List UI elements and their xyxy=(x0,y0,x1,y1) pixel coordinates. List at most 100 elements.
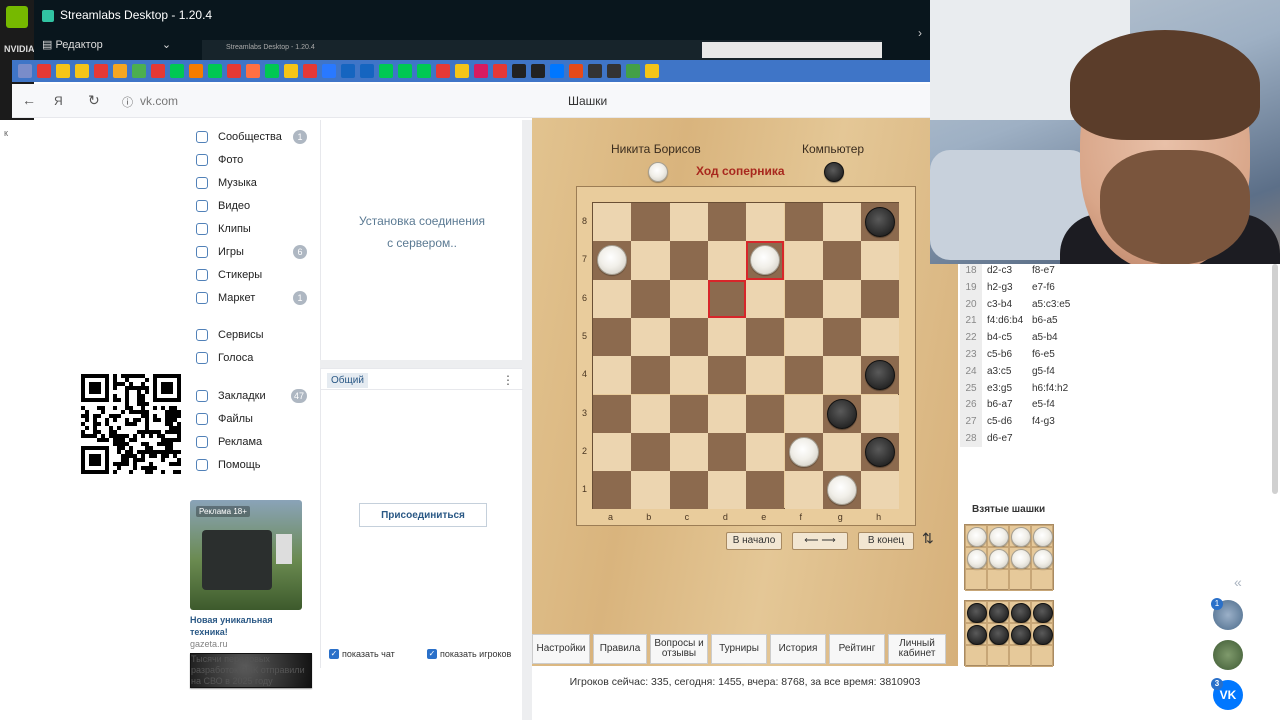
editor-dropdown[interactable]: ▤ Редактор ⌄ xyxy=(42,38,171,51)
game-tab[interactable]: Рейтинг xyxy=(829,634,885,664)
game-tab[interactable]: Личный кабинет xyxy=(888,634,946,664)
board-square-e4[interactable] xyxy=(746,356,785,395)
move-row[interactable]: 23 c5-b6 f6-e5 xyxy=(960,346,1084,363)
board-square-f6[interactable] xyxy=(784,279,823,318)
step-arrows-button[interactable]: ⟵ ⟶ xyxy=(792,532,848,550)
move-row[interactable]: 25 e3:g5 h6:f4:h2 xyxy=(960,379,1084,397)
move-row[interactable]: 28 d6-e7 xyxy=(960,430,1084,447)
back-icon[interactable]: ← xyxy=(22,92,36,108)
move-row[interactable]: 20 c3-b4 a5:c3:e5 xyxy=(960,295,1084,313)
sidebar-item[interactable]: Видео xyxy=(190,196,315,216)
game-tab[interactable]: Настройки xyxy=(532,634,590,664)
board-square-h5[interactable] xyxy=(861,317,900,357)
sidebar-item[interactable]: Закладки 47 xyxy=(190,386,315,406)
black-checker[interactable] xyxy=(865,207,896,238)
scrollbar[interactable] xyxy=(1272,264,1278,494)
board-square-h8[interactable] xyxy=(861,203,900,242)
site-info-icon[interactable]: ⓘ xyxy=(122,94,133,110)
sidebar-item[interactable]: Сообщества 1 xyxy=(190,127,315,147)
bookmark-icon[interactable] xyxy=(588,64,602,78)
game-tab[interactable]: История xyxy=(770,634,826,664)
bookmark-icon[interactable] xyxy=(436,64,450,78)
show-players-checkbox[interactable]: ✓ показать игроков xyxy=(427,649,511,659)
move-row[interactable]: 24 a3:c5 g5-f4 xyxy=(960,362,1084,380)
board-square-e5[interactable] xyxy=(746,317,785,357)
chevron-right-icon[interactable]: › xyxy=(918,26,922,40)
bookmark-icon[interactable] xyxy=(455,64,469,78)
reload-icon[interactable]: ↻ xyxy=(88,92,100,109)
move-row[interactable]: 21 f4:d6:b4 b6-a5 xyxy=(960,312,1084,330)
bookmark-icon[interactable] xyxy=(417,64,431,78)
bookmark-icon[interactable] xyxy=(303,64,317,78)
board-square-b6[interactable] xyxy=(631,279,670,318)
bookmark-icon[interactable] xyxy=(360,64,374,78)
board-square-a1[interactable] xyxy=(593,471,632,510)
move-row[interactable]: 22 b4-c5 a5-b4 xyxy=(960,329,1084,347)
board-square-b1[interactable] xyxy=(631,471,670,510)
board-square-d1[interactable] xyxy=(707,471,747,510)
board-square-e8[interactable] xyxy=(746,203,785,242)
bookmark-icon[interactable] xyxy=(94,64,108,78)
board-square-a8[interactable] xyxy=(593,203,632,242)
yandex-icon[interactable]: Я xyxy=(54,94,63,108)
board-square-f3[interactable] xyxy=(784,394,823,433)
board-square-a6[interactable] xyxy=(593,279,632,318)
board-square-g2[interactable] xyxy=(822,432,862,472)
flip-board-icon[interactable]: ⇅ xyxy=(922,530,934,547)
sidebar-item[interactable]: Помощь xyxy=(190,455,315,475)
board-square-g6[interactable] xyxy=(822,279,862,318)
bookmark-icon[interactable] xyxy=(284,64,298,78)
move-row[interactable]: 19 h2-g3 e7-f6 xyxy=(960,278,1084,296)
board-square-g5[interactable] xyxy=(822,317,862,357)
bookmark-icon[interactable] xyxy=(645,64,659,78)
bookmark-icon[interactable] xyxy=(550,64,564,78)
to-start-button[interactable]: В начало xyxy=(726,532,782,550)
collapse-icon[interactable]: « xyxy=(1234,574,1242,590)
board-square-a7[interactable] xyxy=(593,241,632,280)
board-square-b3[interactable] xyxy=(631,394,670,433)
board-square-h7[interactable] xyxy=(861,241,900,280)
board-square-d6[interactable] xyxy=(707,279,747,318)
board-square-d5[interactable] xyxy=(707,317,747,357)
white-checker[interactable] xyxy=(597,245,628,276)
show-chat-checkbox[interactable]: ✓ показать чат xyxy=(329,649,395,659)
board-square-g8[interactable] xyxy=(822,203,862,242)
bookmark-icon[interactable] xyxy=(531,64,545,78)
bookmark-icon[interactable] xyxy=(18,64,32,78)
board-square-c5[interactable] xyxy=(669,317,708,357)
board-square-f4[interactable] xyxy=(784,356,823,395)
board-square-g1[interactable] xyxy=(822,471,862,510)
to-end-button[interactable]: В конец xyxy=(858,532,914,550)
board-square-h6[interactable] xyxy=(861,279,900,318)
bookmark-icon[interactable] xyxy=(341,64,355,78)
board-square-a5[interactable] xyxy=(593,317,632,357)
board-square-b8[interactable] xyxy=(631,203,670,242)
bookmark-icon[interactable] xyxy=(493,64,507,78)
sidebar-item[interactable]: Сервисы xyxy=(190,325,315,345)
bookmark-icon[interactable] xyxy=(132,64,146,78)
bookmark-icon[interactable] xyxy=(512,64,526,78)
bookmark-icon[interactable] xyxy=(322,64,336,78)
white-checker[interactable] xyxy=(788,436,819,467)
board-square-f2[interactable] xyxy=(784,432,823,472)
bookmark-icon[interactable] xyxy=(189,64,203,78)
url-field[interactable]: vk.com xyxy=(140,94,178,108)
board-square-a4[interactable] xyxy=(593,356,632,395)
board-square-f1[interactable] xyxy=(784,471,823,510)
board-square-d8[interactable] xyxy=(707,203,747,242)
board-square-d4[interactable] xyxy=(707,356,747,395)
board-square-f8[interactable] xyxy=(784,203,823,242)
bookmark-icon[interactable] xyxy=(151,64,165,78)
join-button[interactable]: Присоединиться xyxy=(359,503,487,527)
game-tab[interactable]: Правила xyxy=(593,634,647,664)
move-row[interactable]: 27 c5-d6 f4-g3 xyxy=(960,413,1084,431)
bookmark-icon[interactable] xyxy=(208,64,222,78)
bookmark-icon[interactable] xyxy=(113,64,127,78)
bookmark-icon[interactable] xyxy=(227,64,241,78)
board-square-h4[interactable] xyxy=(861,356,900,395)
move-row[interactable]: 26 b6-a7 e5-f4 xyxy=(960,396,1084,414)
board-square-e6[interactable] xyxy=(746,279,785,318)
bookmark-icon[interactable] xyxy=(569,64,583,78)
bookmark-icon[interactable] xyxy=(246,64,260,78)
board-square-a3[interactable] xyxy=(593,394,632,433)
